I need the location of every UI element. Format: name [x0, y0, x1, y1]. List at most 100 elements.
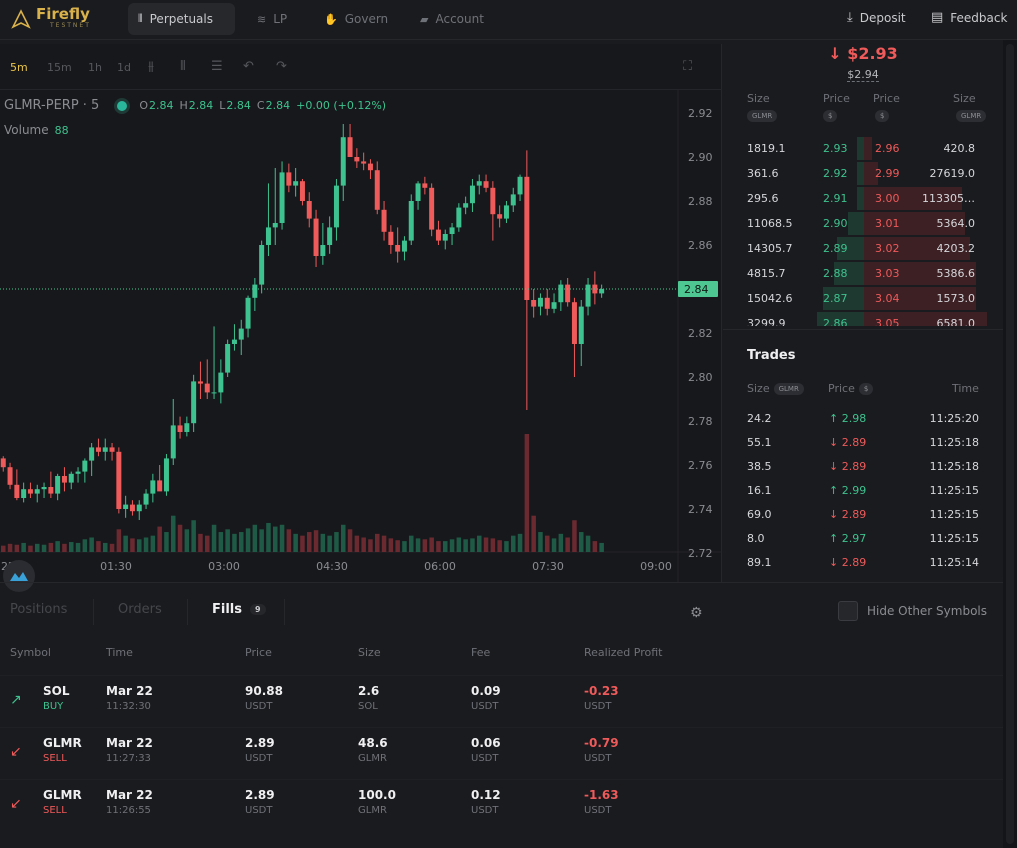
- candle-body: [340, 137, 346, 186]
- candle-body: [469, 185, 475, 204]
- volume-bar: [436, 541, 441, 552]
- volume-label: Volume: [4, 123, 49, 137]
- nav-perpetuals[interactable]: ⫴ Perpetuals: [128, 3, 235, 35]
- candle-type-icon[interactable]: ⫵: [148, 59, 154, 74]
- candle-body: [531, 300, 537, 307]
- volume-bar: [225, 529, 230, 552]
- tab-orders[interactable]: Orders: [118, 602, 162, 617]
- timeframe-5m[interactable]: 5m: [10, 61, 28, 74]
- orderbook-row[interactable]: 4815.7 2.88 3.03 5386.6: [723, 261, 1003, 286]
- candle-body: [435, 229, 441, 241]
- settings-sliders-icon[interactable]: ☰: [211, 59, 223, 74]
- price-tick-label: 2.78: [688, 415, 713, 428]
- candle-body: [551, 302, 557, 309]
- fill-date: Mar 22: [106, 684, 153, 698]
- hide-other-symbols-checkbox[interactable]: [838, 601, 858, 621]
- bid-price: 2.93: [823, 142, 848, 155]
- tab-divider: [93, 599, 94, 625]
- volume-bar: [551, 538, 557, 552]
- volume-bar: [483, 537, 489, 552]
- fill-row[interactable]: ↙ GLMR SELL Mar 22 11:26:55 2.89 USDT 100.0 GLMR…: [0, 779, 1003, 831]
- volume-bar: [347, 529, 353, 552]
- deposit-button[interactable]: ⤓ Deposit: [847, 10, 906, 25]
- orderbook-row[interactable]: 1819.1 2.93 2.96 420.8: [723, 136, 1003, 161]
- orderbook-row[interactable]: 14305.7 2.89 3.02 4203.2: [723, 236, 1003, 261]
- trade-row: 38.5 ↓ 2.89 11:25:18: [723, 456, 1003, 480]
- ask-price: 2.99: [875, 167, 900, 180]
- candlestick-chart[interactable]: 2.92 2.90 2.88 2.86 2.84 2.82 2.80 2.78 2.76 2.74…: [0, 90, 722, 621]
- indicators-icon[interactable]: ⦀: [180, 59, 186, 74]
- brand-logo[interactable]: Firefly TESTNET: [10, 5, 91, 35]
- candle-body: [537, 297, 543, 307]
- orderbook-row[interactable]: 3299.9 2.86 3.05 6581.0: [723, 311, 1003, 326]
- fill-time: 11:26:55: [106, 805, 151, 816]
- order-book: ↓ $2.93 $2.94 Size Price Price Size GLMR…: [723, 40, 1003, 330]
- nav-govern-label: Govern: [344, 12, 389, 26]
- col-realized-profit: Realized Profit: [584, 646, 663, 659]
- candle-body: [313, 218, 319, 256]
- candle-body: [225, 344, 231, 373]
- orderbook-row[interactable]: 361.6 2.92 2.99 27619.0: [723, 161, 1003, 186]
- candle-body: [388, 231, 394, 245]
- tab-fills[interactable]: Fills 9: [212, 602, 266, 617]
- orderbook-row[interactable]: 11068.5 2.90 3.01 5364.0: [723, 211, 1003, 236]
- candle-body: [95, 447, 101, 452]
- volume-bar: [388, 538, 394, 552]
- feedback-button[interactable]: ▤ Feedback: [931, 10, 1007, 25]
- ob-pill-usd-right: $: [875, 110, 890, 122]
- volume-bar: [279, 524, 285, 552]
- tab-positions[interactable]: Positions: [10, 602, 67, 617]
- candle-body: [89, 447, 95, 461]
- index-price: $2.94: [723, 68, 1003, 82]
- hide-other-symbols-toggle[interactable]: Hide Other Symbols: [838, 601, 987, 621]
- page-scrollbar[interactable]: [1003, 40, 1017, 848]
- timeframe-15m[interactable]: 15m: [47, 61, 72, 74]
- fill-price: 2.89: [245, 736, 275, 750]
- candle-body: [401, 240, 407, 252]
- ask-size: 113305…: [922, 192, 975, 205]
- candle-body: [231, 339, 237, 344]
- nav-lp[interactable]: ≋ LP: [247, 3, 297, 35]
- candle-body: [415, 183, 421, 201]
- volume-bar: [524, 434, 530, 552]
- orderbook-row[interactable]: 295.6 2.91 3.00 113305…: [723, 186, 1003, 211]
- fullscreen-icon[interactable]: ⛶: [683, 59, 692, 74]
- trade-size: 89.1: [747, 556, 772, 569]
- volume-bar: [28, 545, 33, 552]
- trades-header-size-label: Size: [747, 382, 770, 395]
- fill-time: 11:27:33: [106, 753, 151, 764]
- fill-fee: 0.12: [471, 788, 501, 802]
- trade-price-value: 2.89: [841, 460, 867, 473]
- candle-body: [102, 447, 108, 452]
- candle-body: [585, 284, 591, 307]
- scrollbar-thumb[interactable]: [1006, 44, 1014, 844]
- fill-size-unit: GLMR: [358, 753, 387, 764]
- brand-sub: TESTNET: [50, 22, 91, 29]
- candle-body: [483, 181, 489, 188]
- ob-rows: 1819.1 2.93 2.96 420.8 361.6 2.92 2.99 27619.0 2…: [723, 136, 1003, 326]
- fill-row[interactable]: ↗ SOL BUY Mar 22 11:32:30 90.88 USDT 2.6 SOL 0.09…: [0, 675, 1003, 727]
- nav-govern[interactable]: ✋ Govern: [314, 3, 398, 35]
- fill-date: Mar 22: [106, 736, 153, 750]
- timeframe-1d[interactable]: 1d: [117, 61, 131, 74]
- volume-bar: [150, 535, 156, 552]
- price-tick-label: 2.80: [688, 371, 713, 384]
- volume-bar: [21, 542, 26, 552]
- fill-row[interactable]: ↙ GLMR SELL Mar 22 11:27:33 2.89 USDT 48.6 GLMR 0…: [0, 727, 1003, 779]
- trade-row: 8.0 ↑ 2.97 11:25:15: [723, 528, 1003, 552]
- volume-bar: [103, 542, 108, 552]
- volume-bar: [449, 539, 455, 552]
- price-tick-label: 2.72: [688, 547, 713, 560]
- timeframe-1h[interactable]: 1h: [88, 61, 102, 74]
- redo-icon[interactable]: ↷: [276, 59, 287, 74]
- bid-size: 1819.1: [747, 142, 786, 155]
- orderbook-row[interactable]: 15042.6 2.87 3.04 1573.0: [723, 286, 1003, 311]
- mark-price-value: $2.93: [847, 44, 898, 63]
- undo-icon[interactable]: ↶: [243, 59, 254, 74]
- fill-size: 48.6: [358, 736, 388, 750]
- volume-bar: [599, 542, 604, 552]
- candle-body: [476, 181, 482, 186]
- price-tick-label: 2.90: [688, 151, 713, 164]
- chart-svg[interactable]: 2.92 2.90 2.88 2.86 2.84 2.82 2.80 2.78 2.76 2.74…: [0, 90, 722, 582]
- nav-account[interactable]: ▰ Account: [410, 3, 494, 35]
